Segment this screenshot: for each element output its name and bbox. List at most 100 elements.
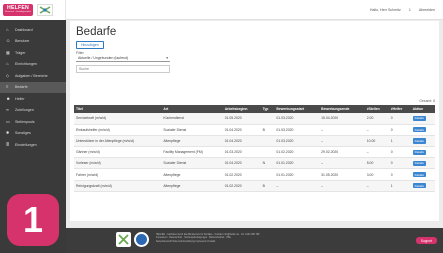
- column-header[interactable]: Bewerbungsende: [319, 105, 365, 113]
- column-header[interactable]: Bewerbungsstart: [274, 105, 319, 113]
- table-cell: Vorleser (m/w/d): [76, 161, 101, 166]
- top-bar: Hallo, Herr Schmitz 1 Abmelden: [66, 0, 443, 20]
- sidebar-item-stellenpools[interactable]: ▭ Stellenpools: [0, 116, 66, 128]
- details-button[interactable]: Details: [412, 138, 426, 144]
- notification-count[interactable]: 1: [409, 8, 411, 12]
- logo-subtext: Ehrenamt · Freiwilligenarbeit: [5, 11, 31, 14]
- table-cell: –: [366, 150, 369, 155]
- table-cell: 01.03.2020: [276, 127, 294, 132]
- table-cell: 01.04.2020: [224, 161, 242, 166]
- table-cell: Sozialer Dienst: [163, 127, 187, 132]
- details-button[interactable]: Details: [412, 149, 426, 155]
- table-cell: [261, 135, 275, 146]
- table-cell: 5.00: [366, 161, 374, 166]
- table-cell: 01.04.2020: [224, 138, 242, 143]
- column-header[interactable]: Arbeitsbeginn: [223, 105, 261, 113]
- table-row[interactable]: Einkaufshelfer (m/w/d) Sozialer Dienst 01.…: [74, 124, 435, 136]
- sidebar-item-label: Benutzer: [15, 39, 30, 44]
- details-button[interactable]: Details: [412, 127, 426, 133]
- table-cell: 01.03.2020: [224, 150, 242, 155]
- table-cell: 0: [390, 172, 393, 177]
- sidebar-item-bedarfe[interactable]: ≡ Bedarfe: [0, 81, 66, 93]
- table-cell: B: [262, 127, 265, 132]
- table-cell: 01.04.2020: [224, 127, 242, 132]
- sidebar-item-label: Sonstiges: [15, 131, 31, 136]
- action-cell: Details: [411, 124, 435, 135]
- partner-logo-icon: [116, 232, 131, 247]
- table-cell: Altenpflege: [163, 138, 181, 143]
- user-greeting[interactable]: Hallo, Herr Schmitz: [370, 8, 401, 12]
- table-cell: Altenpflege: [163, 183, 181, 188]
- table-cell: –: [321, 138, 324, 143]
- table-row[interactable]: Unterstützer in der Altenpflege (m/w/d) A…: [74, 135, 435, 147]
- table-cell: Fahrer (m/w/d): [76, 172, 99, 177]
- table-cell: 0: [390, 150, 393, 155]
- column-header[interactable]: Aktion: [411, 105, 435, 113]
- table-cell: Küchendienst: [163, 116, 184, 121]
- sidebar-item-label: Stellenpools: [15, 119, 35, 124]
- building-icon: ▦: [6, 49, 10, 55]
- column-header[interactable]: Typ: [261, 105, 275, 113]
- sidebar-item-helfer[interactable]: ☻ Helfer: [0, 93, 66, 105]
- action-cell: Details: [411, 147, 435, 158]
- table-row[interactable]: Vorleser (m/w/d) Sozialer Dienst 01.04.202…: [74, 157, 435, 169]
- details-button[interactable]: Details: [412, 115, 426, 121]
- main-panel: Bedarfe Hinzufügen Filter Aktuelle / Ung…: [70, 21, 439, 221]
- table-cell: –: [321, 127, 324, 132]
- table-row[interactable]: Fahrer (m/w/d) Altenpflege 01.02.2020 01.01…: [74, 169, 435, 181]
- details-button[interactable]: Details: [412, 183, 426, 189]
- logout-link[interactable]: Abmelden: [419, 8, 435, 12]
- brand-bar: HELFEN Ehrenamt · Freiwilligenarbeit: [0, 0, 66, 20]
- link-icon: ∞: [6, 107, 9, 113]
- table-cell: 01.02.2020: [224, 172, 242, 177]
- table-cell: [261, 113, 275, 124]
- table-cell: 0: [390, 127, 393, 132]
- sidebar-item-sonstiges[interactable]: ✱ Sonstiges: [0, 128, 66, 140]
- table-row[interactable]: Gärtner (m/w/d) Facility Management (FM) 0…: [74, 147, 435, 158]
- search-input[interactable]: [76, 65, 170, 73]
- table-row[interactable]: Servicekraft (m/w/d) Küchendienst 01.05.20…: [74, 113, 435, 125]
- table-cell: 1: [390, 183, 393, 188]
- action-cell: Details: [411, 169, 435, 180]
- table-cell: 01.02.2020: [224, 183, 242, 188]
- list-icon: ≡: [6, 84, 9, 90]
- sponsor-logo-icon: [134, 232, 149, 247]
- details-button[interactable]: Details: [412, 171, 426, 178]
- sliders-icon: ≣: [6, 141, 10, 147]
- column-header[interactable]: #Stellen: [365, 105, 389, 113]
- sidebar-item-dashboard[interactable]: ⌂ Dashboard: [0, 24, 66, 36]
- column-header[interactable]: #Helfer: [389, 105, 411, 113]
- table-cell: N: [262, 161, 266, 166]
- details-button[interactable]: Details: [412, 160, 426, 166]
- footer: HELFEN · Gefördert durch das Ministerium…: [66, 228, 443, 253]
- folder-icon: ▭: [6, 118, 10, 124]
- table-cell: –: [321, 161, 324, 166]
- action-cell: Details: [411, 180, 435, 191]
- table-cell: 31.05.2020: [321, 172, 339, 177]
- sidebar-item-träger[interactable]: ▦ Träger: [0, 47, 66, 59]
- table-cell: Altenpflege: [163, 172, 181, 177]
- table-cell: 01.01.2020: [276, 172, 294, 177]
- table-cell: Unterstützer in der Altenpflege (m/w/d): [76, 138, 134, 143]
- table-row[interactable]: Reinigungskraft (m/w/d) Altenpflege 01.02.…: [74, 180, 435, 192]
- step-badge: 1: [7, 194, 59, 246]
- sidebar-item-einstellungen[interactable]: ≣ Einstellungen: [0, 139, 66, 151]
- sidebar-item-aufgaben-bereiche[interactable]: ◇ Aufgaben / Bereiche: [0, 70, 66, 82]
- action-cell: Details: [411, 113, 435, 124]
- column-header[interactable]: Titel: [74, 105, 161, 113]
- table-cell: 2.00: [366, 116, 374, 121]
- sidebar-item-benutzer[interactable]: ☺ Benutzer: [0, 36, 66, 48]
- table-cell: 01.03.2020: [276, 138, 294, 143]
- app-logo[interactable]: HELFEN Ehrenamt · Freiwilligenarbeit: [3, 4, 33, 16]
- table-cell: –: [321, 183, 324, 188]
- support-button[interactable]: Support: [415, 237, 437, 244]
- table-cell: Reinigungskraft (m/w/d): [76, 183, 112, 188]
- filter-select[interactable]: Aktuelle / Ungebunden (laufend) ▾: [76, 55, 170, 62]
- column-header[interactable]: Art: [161, 105, 222, 113]
- action-cell: Details: [411, 135, 435, 146]
- footer-links[interactable]: Seitenübersicht Datenschutzerklärung Imp…: [156, 241, 376, 244]
- add-button[interactable]: Hinzufügen: [76, 41, 104, 49]
- sidebar-item-einrichtungen[interactable]: ⌂ Einrichtungen: [0, 59, 66, 71]
- sidebar-item-zuteilungen[interactable]: ∞ Zuteilungen: [0, 105, 66, 117]
- table-cell: 1: [390, 138, 393, 143]
